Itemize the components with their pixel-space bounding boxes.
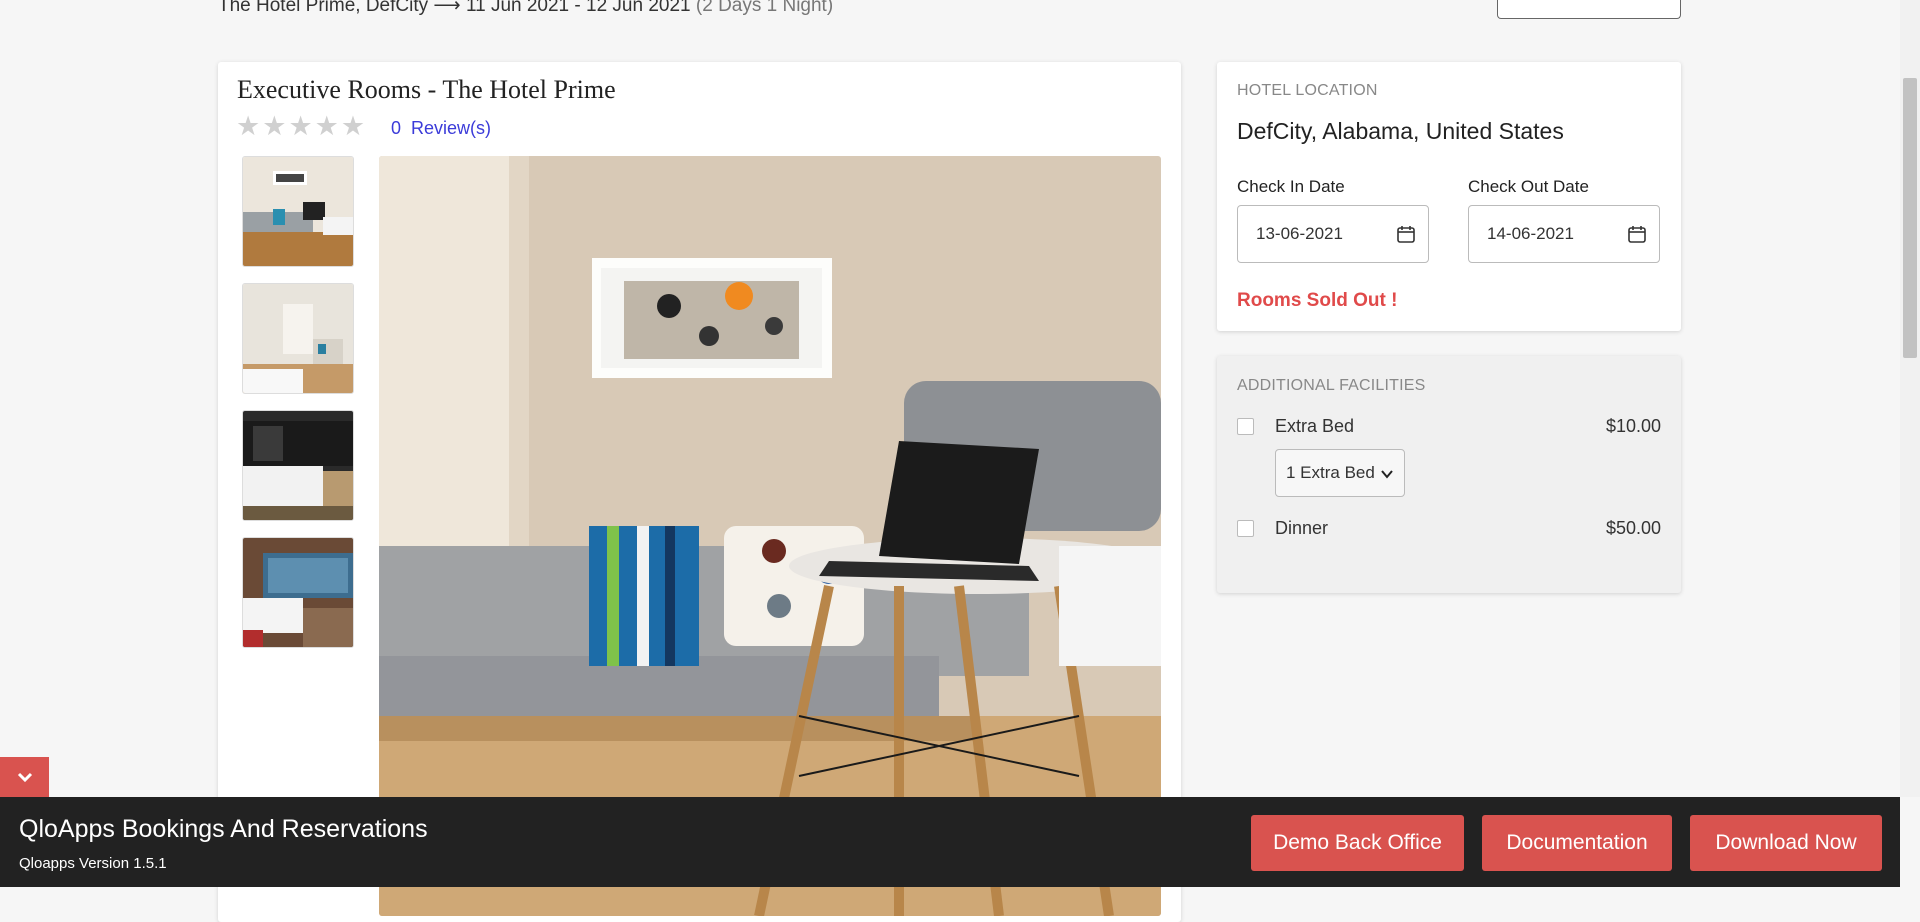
facility-name: Extra Bed — [1275, 416, 1355, 436]
documentation-button[interactable]: Documentation — [1482, 815, 1672, 871]
facility-name: Dinner — [1275, 518, 1329, 538]
check-in-date-value: 13-06-2021 — [1256, 224, 1343, 243]
thumbnail-image[interactable] — [242, 283, 354, 394]
calendar-icon[interactable] — [1396, 224, 1416, 249]
facility-row-dinner: Dinner $50.00 — [1237, 518, 1661, 542]
thumbnail-image[interactable] — [242, 156, 354, 267]
room-detail-card: Executive Rooms - The Hotel Prime ★ ★ ★ … — [218, 62, 1181, 922]
footer-toggle-button[interactable] — [0, 757, 49, 797]
dinner-checkbox[interactable] — [1237, 520, 1254, 537]
additional-facilities-label: ADDITIONAL FACILITIES — [1237, 377, 1426, 394]
rooms-sold-out-status: Rooms Sold Out ! — [1237, 290, 1398, 311]
demo-back-office-button[interactable]: Demo Back Office — [1251, 815, 1464, 871]
facility-row-extra-bed: Extra Bed $10.00 — [1237, 416, 1661, 440]
thumbnail-image[interactable] — [242, 410, 354, 521]
check-out-label: Check Out Date — [1468, 177, 1589, 196]
footer-version: Qloapps Version 1.5.1 — [19, 855, 167, 872]
facility-price: $50.00 — [1605, 518, 1661, 538]
hotel-location-label: HOTEL LOCATION — [1237, 82, 1378, 99]
vertical-scrollbar[interactable] — [1900, 0, 1920, 797]
hotel-location-card: HOTEL LOCATION DefCity, Alabama, United … — [1217, 62, 1681, 331]
additional-facilities-card: ADDITIONAL FACILITIES Extra Bed $10.00 1… — [1217, 356, 1681, 593]
check-in-date-field[interactable]: 13-06-2021 — [1237, 205, 1429, 263]
booking-summary-line: The Hotel Prime, DefCity ⟶ 11 Jun 2021 -… — [218, 0, 833, 17]
star-icon: ★ — [236, 111, 261, 141]
room-title: Executive Rooms - The Hotel Prime — [237, 75, 616, 104]
thumbnail-image[interactable] — [242, 537, 354, 648]
date-range-text: 11 Jun 2021 - 12 Jun 2021 — [465, 0, 691, 16]
check-out-date-value: 14-06-2021 — [1487, 224, 1574, 243]
thumbnail-list — [242, 156, 354, 664]
hotel-name-text: The Hotel Prime, DefCity — [218, 0, 429, 16]
extra-bed-select-value: 1 Extra Bed — [1286, 463, 1375, 482]
extra-bed-checkbox[interactable] — [1237, 418, 1254, 435]
download-now-button[interactable]: Download Now — [1690, 815, 1882, 871]
reviews-link[interactable]: 0 Review(s) — [391, 118, 491, 139]
top-action-button[interactable] — [1497, 0, 1681, 19]
facility-price: $10.00 — [1605, 416, 1661, 436]
hotel-location-value: DefCity, Alabama, United States — [1237, 118, 1564, 144]
calendar-icon[interactable] — [1627, 224, 1647, 249]
extra-bed-quantity-select[interactable]: 1 Extra Bed — [1275, 449, 1405, 497]
duration-text: (2 Days 1 Night) — [695, 0, 834, 16]
scrollbar-thumb[interactable] — [1903, 78, 1917, 358]
star-icon: ★ — [262, 111, 287, 141]
star-icon: ★ — [288, 111, 313, 141]
check-out-date-field[interactable]: 14-06-2021 — [1468, 205, 1660, 263]
arrow-icon: ⟶ — [433, 0, 461, 16]
chevron-down-icon — [1380, 467, 1394, 486]
chevron-down-icon — [17, 772, 32, 783]
star-icon: ★ — [340, 111, 366, 141]
star-icon: ★ — [314, 111, 339, 141]
promo-footer-bar: QloApps Bookings And Reservations Qloapp… — [0, 797, 1900, 887]
footer-title: QloApps Bookings And Reservations — [19, 815, 428, 843]
check-in-label: Check In Date — [1237, 177, 1345, 196]
rating-stars: ★ ★ ★ ★ ★ — [236, 112, 365, 140]
